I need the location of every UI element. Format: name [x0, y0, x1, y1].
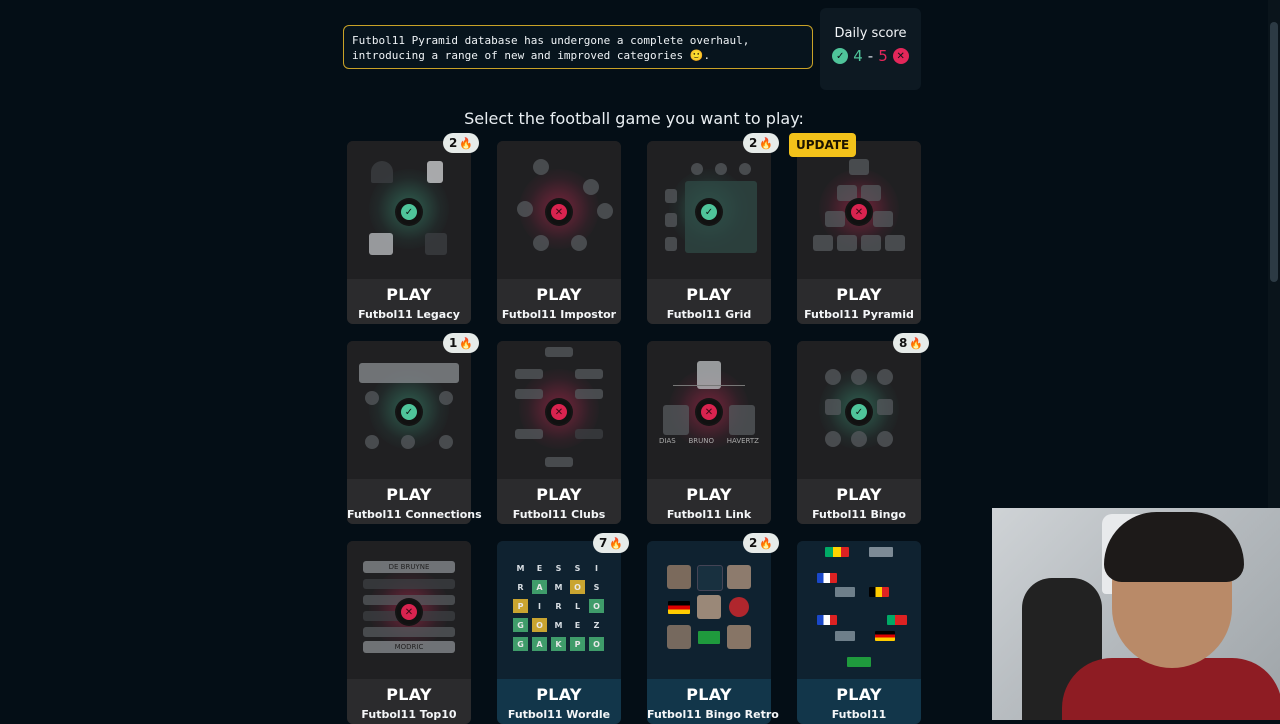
- play-label: PLAY: [836, 285, 882, 304]
- announcement-text: Futbol11 Pyramid database has undergone …: [352, 34, 750, 62]
- play-label: PLAY: [836, 685, 882, 704]
- game-name: Futbol11: [831, 708, 887, 721]
- game-name: Futbol11 Impostor: [501, 308, 617, 321]
- game-thumbnail: [797, 541, 921, 679]
- game-card-connections[interactable]: ✓ 1 🔥 PLAY Futbol11 Connections: [347, 333, 482, 524]
- failed-cross-icon: ✕: [547, 400, 571, 424]
- play-label: PLAY: [536, 485, 582, 504]
- game-thumbnail: M E S S I R A M O S P I R L O G O M E Z …: [497, 541, 621, 679]
- streak-badge: 1 🔥: [442, 333, 479, 353]
- link-thumb-names: DIAS BRUNO HAVERTZ: [659, 437, 759, 445]
- game-card-wordle[interactable]: M E S S I R A M O S P I R L O G O M E Z …: [497, 533, 629, 724]
- play-label: PLAY: [386, 485, 432, 504]
- failed-cross-icon: ✕: [397, 600, 421, 624]
- fire-icon: 🔥: [459, 136, 473, 150]
- update-badge: UPDATE: [789, 133, 857, 157]
- game-card-grid[interactable]: ✓ 2 🔥 PLAY Futbol11 Grid: [647, 133, 779, 324]
- fire-icon: 🔥: [459, 336, 473, 350]
- correct-count: 4: [853, 47, 863, 65]
- completed-check-icon: ✓: [847, 400, 871, 424]
- play-label: PLAY: [686, 685, 732, 704]
- page-prompt: Select the football game you want to pla…: [464, 109, 804, 128]
- play-label: PLAY: [536, 285, 582, 304]
- game-name: Futbol11 Top10: [361, 708, 457, 721]
- game-name: Futbol11 Bingo Retro: [647, 708, 779, 721]
- game-card-bingo-retro[interactable]: 2 🔥 PLAY Futbol11 Bingo Retro: [647, 533, 779, 724]
- webcam-overlay: [992, 508, 1280, 720]
- streak-badge: 7 🔥: [592, 533, 629, 553]
- fire-icon: 🔥: [759, 136, 773, 150]
- game-card-legacy[interactable]: ✓ 2 🔥 PLAY Futbol11 Legacy: [347, 133, 479, 324]
- cross-circle-icon: ✕: [892, 48, 909, 64]
- game-card-link[interactable]: DIAS BRUNO HAVERTZ ✕ PLAY Futbol11 Link: [647, 341, 771, 524]
- check-circle-icon: ✓: [832, 48, 849, 64]
- play-label: PLAY: [536, 685, 582, 704]
- game-name: Futbol11 Clubs: [512, 508, 606, 521]
- game-name: Futbol11 Connections: [347, 508, 482, 521]
- streak-badge: 2 🔥: [742, 533, 779, 553]
- fire-icon: 🔥: [909, 336, 923, 350]
- play-label: PLAY: [686, 485, 732, 504]
- play-label: PLAY: [686, 285, 732, 304]
- play-label: PLAY: [386, 285, 432, 304]
- top10-row-1: DE BRUYNE: [363, 561, 455, 573]
- game-name: Futbol11 Link: [666, 508, 752, 521]
- daily-score-values: ✓ 4 - 5 ✕: [820, 47, 921, 65]
- game-thumbnail: [647, 541, 771, 679]
- game-card-pyramid[interactable]: ✕ UPDATE PLAY Futbol11 Pyramid: [789, 133, 921, 324]
- game-card-futbol11[interactable]: PLAY Futbol11: [797, 541, 921, 724]
- failed-cross-icon: ✕: [697, 400, 721, 424]
- streak-badge: 2 🔥: [742, 133, 779, 153]
- play-label: PLAY: [836, 485, 882, 504]
- game-name: Futbol11 Pyramid: [804, 308, 914, 321]
- game-card-top10[interactable]: DE BRUYNE MODRIC ✕ PLAY Futbol11 Top10: [347, 541, 471, 724]
- game-card-clubs[interactable]: ✕ PLAY Futbol11 Clubs: [497, 341, 621, 524]
- streak-badge: 2 🔥: [442, 133, 479, 153]
- fire-icon: 🔥: [609, 536, 623, 550]
- failed-cross-icon: ✕: [847, 200, 871, 224]
- daily-score-title: Daily score: [834, 26, 907, 41]
- webcam-person-hair: [1104, 512, 1244, 582]
- announcement-banner: Futbol11 Pyramid database has undergone …: [343, 25, 813, 69]
- completed-check-icon: ✓: [397, 400, 421, 424]
- game-name: Futbol11 Bingo: [812, 508, 906, 521]
- daily-score-panel: Daily score ✓ 4 - 5 ✕: [820, 8, 921, 90]
- completed-check-icon: ✓: [697, 200, 721, 224]
- play-label: PLAY: [386, 685, 432, 704]
- wrong-count: 5: [878, 47, 888, 65]
- streak-badge: 8 🔥: [892, 333, 929, 353]
- scrollbar-thumb[interactable]: [1270, 22, 1278, 282]
- game-name: Futbol11 Legacy: [358, 308, 460, 321]
- game-name: Futbol11 Wordle: [507, 708, 611, 721]
- fire-icon: 🔥: [759, 536, 773, 550]
- top10-row-5: MODRIC: [363, 641, 455, 653]
- failed-cross-icon: ✕: [547, 200, 571, 224]
- completed-check-icon: ✓: [397, 200, 421, 224]
- game-name: Futbol11 Grid: [666, 308, 752, 321]
- score-separator: -: [867, 47, 874, 65]
- game-card-bingo[interactable]: ✓ 8 🔥 PLAY Futbol11 Bingo: [797, 333, 929, 524]
- game-card-impostor[interactable]: ✕ PLAY Futbol11 Impostor: [497, 141, 621, 324]
